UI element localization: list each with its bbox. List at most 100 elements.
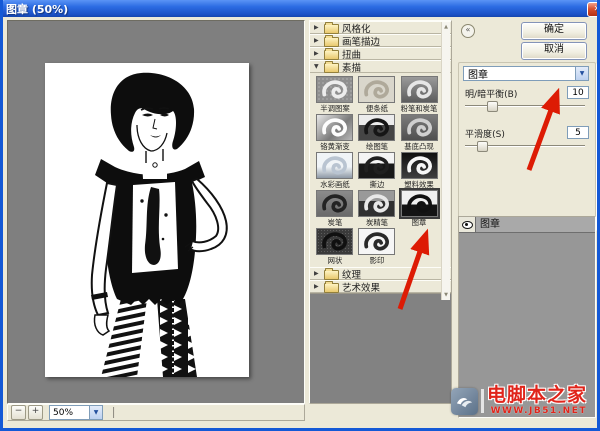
folder-label: 风格化	[342, 21, 371, 35]
folder-icon	[324, 283, 339, 293]
filter-thumb-label: 塑料效果	[404, 180, 433, 188]
triangle-down-icon: ▼	[314, 63, 321, 70]
filter-thumbnail-grid: 半调图案 便条纸 粉笔和炭笔铬黄渐变绘图笔基底凸现水彩画纸 撕边 塑料效果炭笔 炭精笔 图章…	[310, 73, 451, 267]
filter-thumb[interactable]: 撕边	[357, 152, 396, 189]
filter-thumb[interactable]: 半调图案	[315, 76, 354, 113]
filter-folder[interactable]: ▶ 纹理	[310, 267, 451, 280]
eye-icon	[462, 221, 473, 229]
folder-list-bottom: ▶ 纹理▶艺术效果	[310, 267, 451, 293]
slider-value-box[interactable]: 5	[567, 126, 589, 139]
filter-thumb[interactable]: 网状	[315, 228, 354, 265]
filter-thumb[interactable]: 基底凸现	[399, 114, 439, 151]
filter-folder[interactable]: ▶艺术效果	[310, 280, 451, 293]
filter-thumb-image[interactable]	[316, 190, 353, 217]
visibility-toggle[interactable]	[459, 217, 476, 232]
scroll-up-icon[interactable]: ▲	[444, 24, 448, 30]
zoom-level-select[interactable]: 50% ▼	[49, 405, 103, 420]
filter-thumb-image[interactable]	[358, 190, 395, 217]
folder-icon	[324, 37, 339, 47]
slider-track[interactable]	[465, 141, 589, 151]
filter-thumb-image[interactable]	[401, 114, 438, 141]
filter-folder[interactable]: ▶ 扭曲	[310, 47, 451, 60]
zoom-in-button[interactable]: +	[28, 405, 43, 420]
triangle-right-icon: ▶	[314, 37, 321, 44]
filter-thumb-label: 图章	[412, 218, 427, 226]
filter-gallery-dialog: 图章 (50%) ✕	[0, 0, 600, 431]
filter-folder[interactable]: ▶ 风格化	[310, 21, 451, 34]
zoom-level-value: 50%	[50, 408, 89, 418]
cancel-button[interactable]: 取消	[521, 42, 587, 60]
filter-thumb-image[interactable]	[401, 152, 438, 179]
filter-list-scrollbar[interactable]: ▲ ▼	[441, 22, 450, 300]
folder-label: 纹理	[342, 267, 361, 281]
filter-thumb[interactable]: 水彩画纸	[315, 152, 354, 189]
scroll-down-icon[interactable]: ▼	[444, 292, 448, 298]
filter-thumb-image[interactable]	[358, 228, 395, 255]
slider-thumb[interactable]	[487, 101, 498, 112]
effect-layer-row[interactable]: 图章	[459, 217, 595, 233]
chevron-down-icon[interactable]: ▼	[575, 67, 588, 80]
filter-thumb-label: 炭笔	[327, 218, 342, 226]
filter-thumb-image[interactable]	[401, 190, 438, 217]
filter-thumb-label: 撕边	[369, 180, 384, 188]
preview-image	[45, 63, 249, 377]
filter-thumb-label: 铬黄渐变	[320, 142, 349, 150]
filter-thumb-label: 便条纸	[365, 104, 387, 112]
slider-value-box[interactable]: 10	[567, 86, 589, 99]
filter-thumb[interactable]: 塑料效果	[399, 152, 439, 189]
collapse-panel-icon[interactable]: «	[461, 24, 475, 38]
filter-thumb-label: 炭精笔	[365, 218, 387, 226]
zoom-out-button[interactable]: −	[11, 405, 26, 420]
filter-thumb[interactable]: 便条纸	[357, 76, 396, 113]
filter-thumb[interactable]: 绘图笔	[357, 114, 396, 151]
settings-panel: « 确定 取消 图章 ▼ 明/暗平衡(B)10 平滑度(S) 5 图章	[455, 20, 600, 421]
slider-thumb[interactable]	[477, 141, 488, 152]
watermark-text: 电脚本之家 WWW.JB51.NET	[487, 385, 587, 416]
filter-thumb[interactable]: 粉笔和炭笔	[399, 76, 439, 113]
filter-panel-filler	[310, 293, 451, 403]
filter-thumb-label: 半调图案	[320, 104, 349, 112]
window-title: 图章 (50%)	[6, 1, 68, 17]
watermark: 电脚本之家 WWW.JB51.NET	[451, 385, 600, 427]
folder-icon	[324, 24, 339, 34]
slider-label: 平滑度(S)	[465, 126, 505, 139]
filter-thumb[interactable]: 炭精笔	[357, 190, 396, 227]
filter-options-group: 图章 ▼ 明/暗平衡(B)10 平滑度(S) 5	[458, 62, 596, 230]
chevron-down-icon[interactable]: ▼	[89, 406, 102, 419]
triangle-right-icon: ▶	[314, 24, 321, 31]
filter-thumb[interactable]: 铬黄渐变	[315, 114, 354, 151]
filter-thumb-image[interactable]	[316, 228, 353, 255]
ok-button[interactable]: 确定	[521, 22, 587, 40]
filter-thumb-image[interactable]	[401, 76, 438, 103]
filter-folder[interactable]: ▼ 素描	[310, 60, 451, 73]
filter-thumb-label: 网状	[327, 256, 342, 264]
slider-track[interactable]	[465, 101, 589, 111]
slider-group: 明/暗平衡(B)10	[465, 85, 589, 111]
slider-label-row: 平滑度(S) 5	[465, 125, 589, 140]
folder-icon	[324, 63, 339, 73]
folder-label: 扭曲	[342, 47, 361, 61]
folder-icon	[324, 50, 339, 60]
filter-select[interactable]: 图章 ▼	[463, 66, 589, 81]
filter-thumb-image[interactable]	[316, 114, 353, 141]
filter-thumb-image[interactable]	[316, 76, 353, 103]
filter-thumb-image[interactable]	[358, 152, 395, 179]
filter-thumb[interactable]: 图章	[399, 190, 439, 227]
preview-canvas[interactable]	[45, 63, 249, 377]
close-icon[interactable]: ✕	[587, 2, 600, 17]
folder-label: 素描	[342, 60, 361, 74]
filter-thumb-image[interactable]	[358, 76, 395, 103]
effect-layer-label: 图章	[476, 217, 595, 232]
triangle-right-icon: ▶	[314, 50, 321, 57]
triangle-right-icon: ▶	[314, 270, 321, 277]
filter-thumb[interactable]: 炭笔	[315, 190, 354, 227]
folder-label: 画笔描边	[342, 34, 380, 48]
filter-thumb-label: 水彩画纸	[320, 180, 349, 188]
site-url: WWW.JB51.NET	[491, 406, 587, 416]
triangle-right-icon: ▶	[314, 283, 321, 290]
filter-thumb-image[interactable]	[316, 152, 353, 179]
filter-thumb[interactable]: 影印	[357, 228, 396, 265]
filter-folder[interactable]: ▶ 画笔描边	[310, 34, 451, 47]
filter-thumb-image[interactable]	[358, 114, 395, 141]
titlebar[interactable]: 图章 (50%) ✕	[0, 0, 600, 17]
